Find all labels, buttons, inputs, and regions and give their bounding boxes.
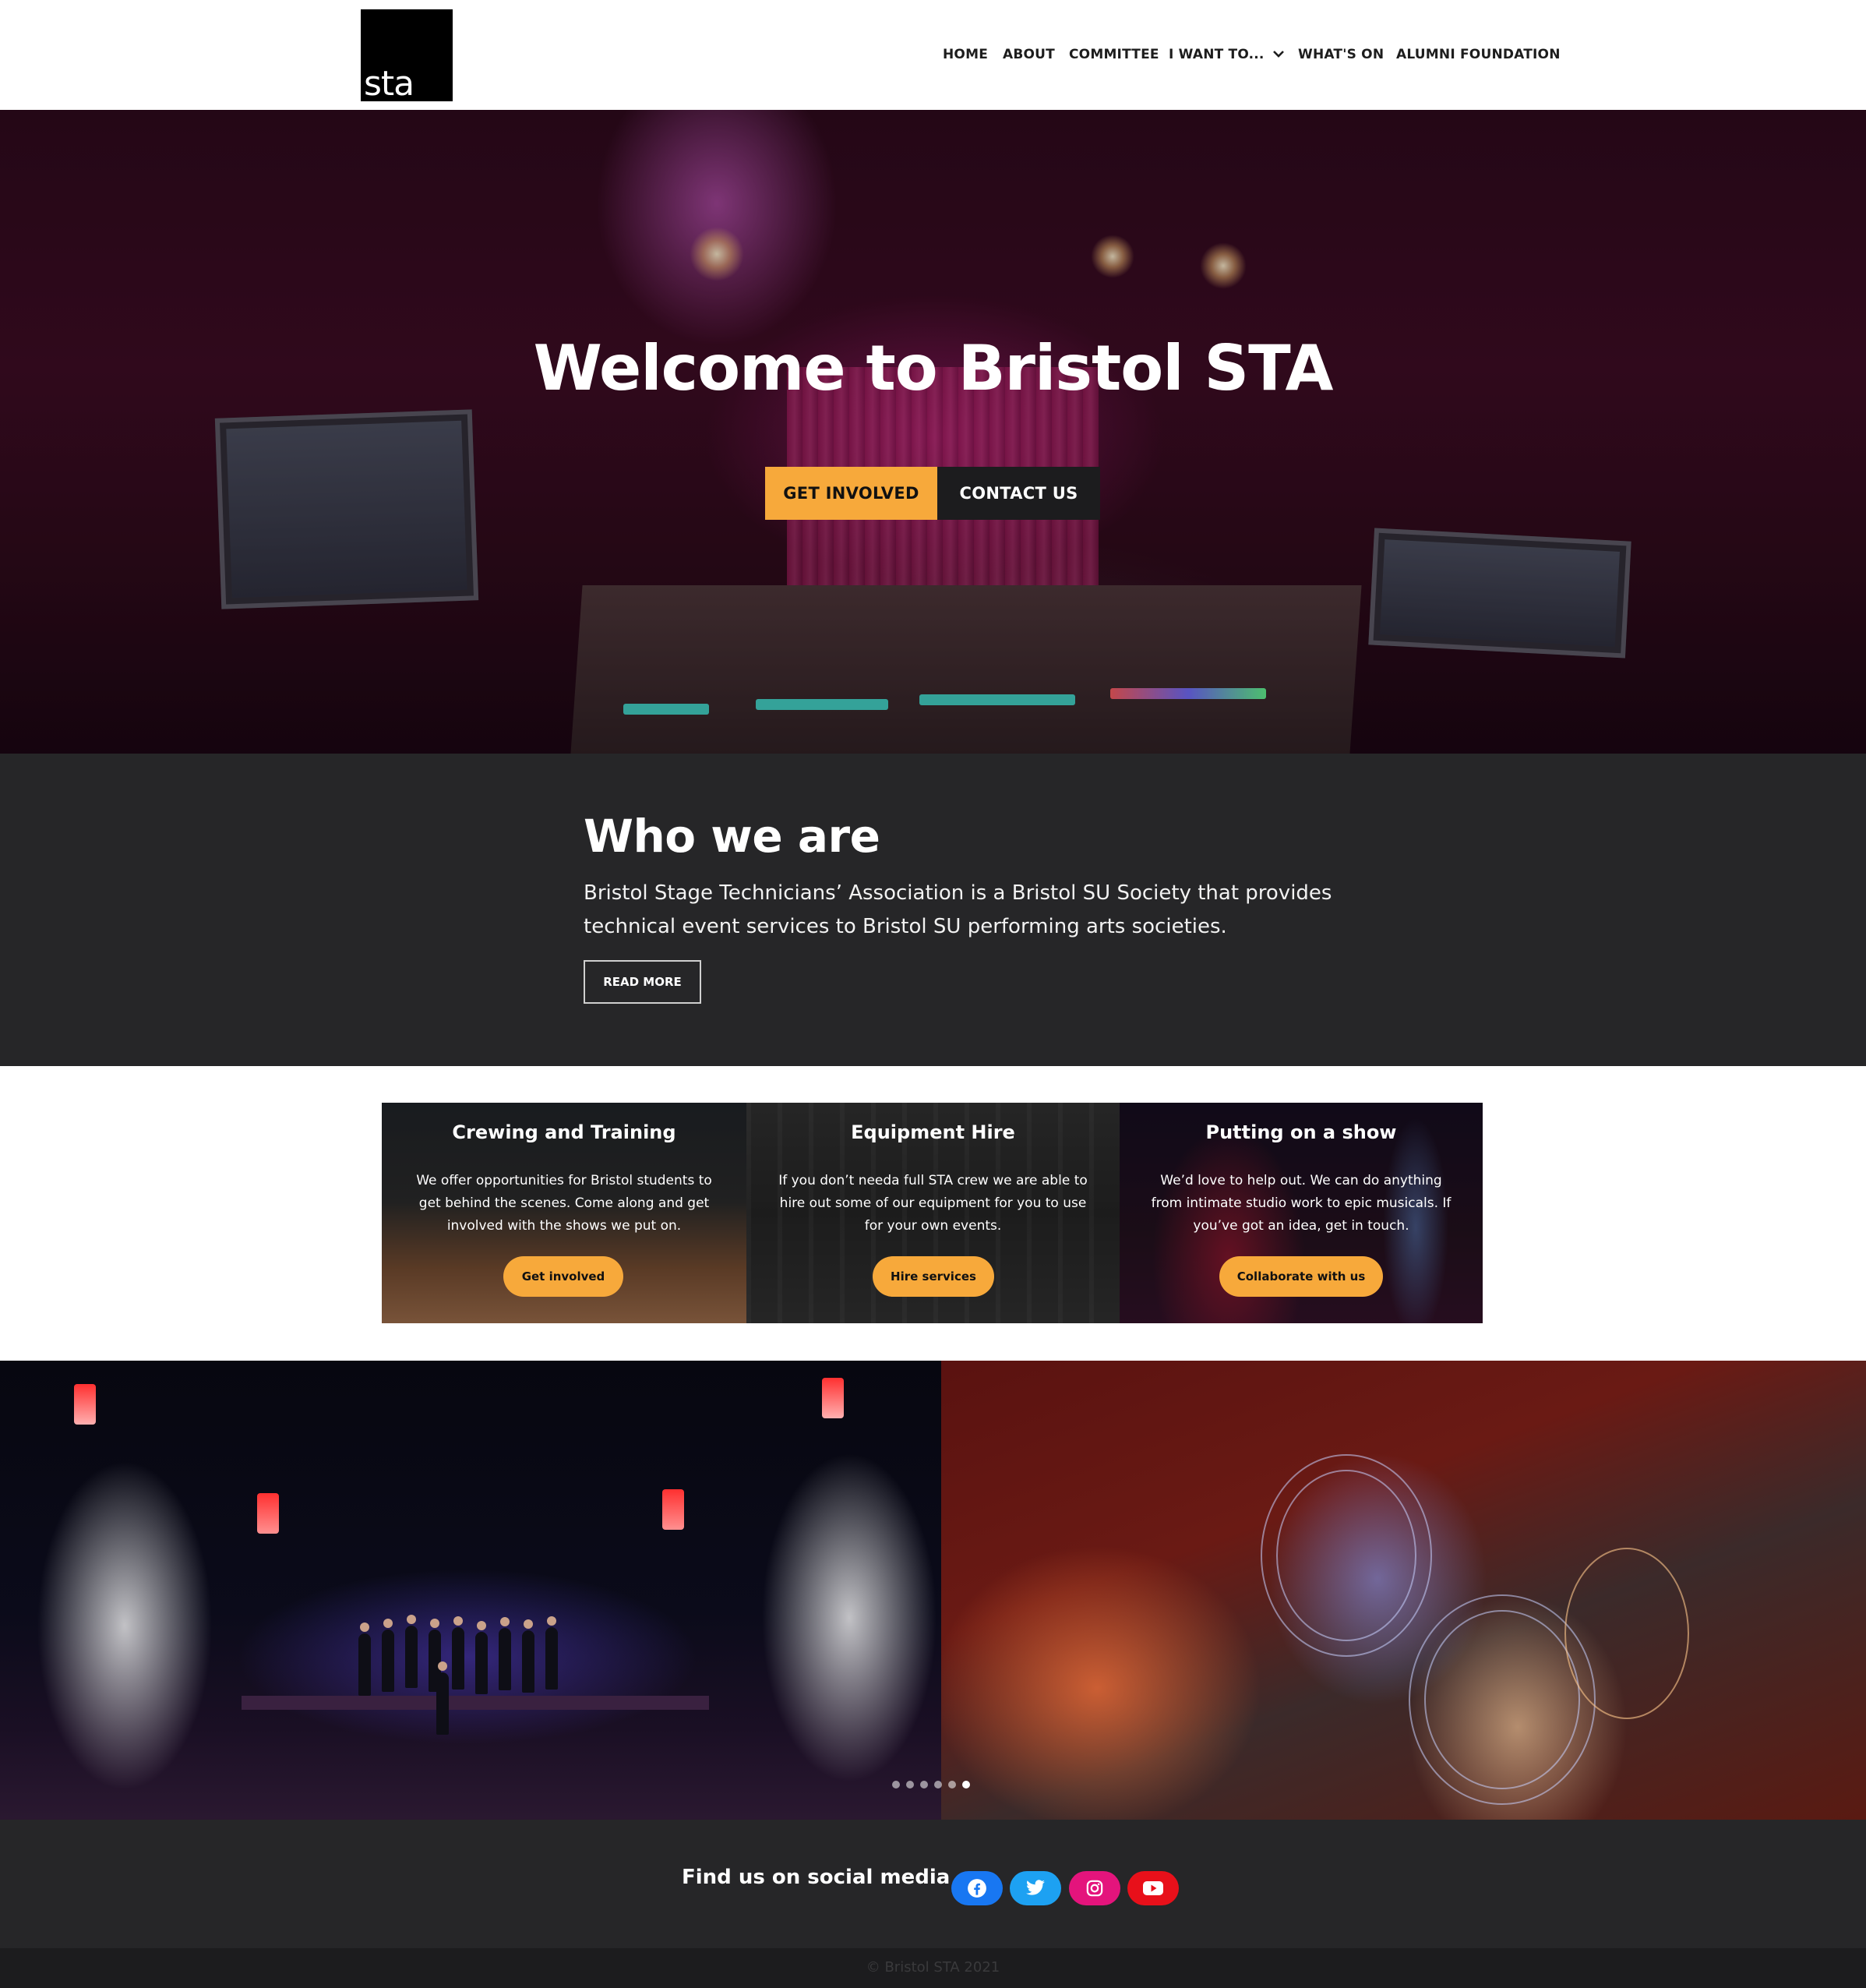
instagram-button[interactable] [1069, 1871, 1120, 1905]
nav-i-want-to[interactable]: I WANT TO... [1169, 44, 1285, 65]
card-title: Crewing and Training [452, 1121, 676, 1143]
card-crewing-training: Crewing and Training We offer opportunit… [382, 1103, 746, 1323]
youtube-button[interactable] [1127, 1871, 1179, 1905]
logo-text: sta [364, 64, 414, 104]
carousel-dot[interactable] [892, 1781, 900, 1788]
site-header: sta HOME ABOUT COMMITTEE I WANT TO... WH… [0, 0, 1866, 110]
section-text: Bristol Stage Technicians’ Association i… [584, 881, 1332, 938]
photo-carousel [0, 1361, 1866, 1820]
twitter-icon [1026, 1880, 1045, 1895]
card-putting-on-show: Putting on a show We’d love to help out.… [1120, 1103, 1483, 1323]
youtube-icon [1143, 1881, 1163, 1895]
card-description: If you don’t needa full STA crew we are … [778, 1173, 1088, 1234]
nav-committee[interactable]: COMMITTEE [1069, 44, 1159, 65]
hire-services-button[interactable]: Hire services [873, 1256, 994, 1297]
services-cards: Crewing and Training We offer opportunit… [382, 1103, 1483, 1323]
social-title: Find us on social media [682, 1866, 951, 1889]
collaborate-button[interactable]: Collaborate with us [1219, 1256, 1383, 1297]
main-nav: HOME ABOUT COMMITTEE I WANT TO... WHAT'S… [0, 44, 1866, 67]
card-title: Equipment Hire [851, 1121, 1015, 1143]
nav-home[interactable]: HOME [943, 44, 988, 65]
chevron-down-icon [1272, 44, 1285, 65]
read-more-button[interactable]: READ MORE [584, 960, 701, 1004]
facebook-button[interactable] [951, 1871, 1003, 1905]
social-section: Find us on social media [0, 1820, 1866, 1948]
carousel-dot[interactable] [934, 1781, 942, 1788]
facebook-icon [968, 1879, 986, 1898]
hero-banner: Welcome to Bristol STA GET INVOLVED CONT… [0, 110, 1866, 754]
who-we-are-section: Who we are Bristol Stage Technicians’ As… [0, 754, 1866, 1066]
get-involved-button[interactable]: GET INVOLVED [765, 467, 937, 520]
card-description: We offer opportunities for Bristol stude… [416, 1173, 712, 1234]
card-title: Putting on a show [1205, 1121, 1397, 1143]
hero-title: Welcome to Bristol STA [533, 332, 1334, 404]
contact-us-button[interactable]: CONTACT US [937, 467, 1100, 520]
nav-about[interactable]: ABOUT [1003, 44, 1055, 65]
site-footer: © Bristol STA 2021 [0, 1948, 1866, 1988]
instagram-icon [1086, 1880, 1103, 1897]
copyright-text: © Bristol STA 2021 [866, 1959, 1000, 1976]
nav-i-want-to-label: I WANT TO... [1169, 47, 1265, 62]
nav-whats-on[interactable]: WHAT'S ON [1298, 44, 1384, 65]
section-title: Who we are [584, 810, 880, 863]
card-description: We’d love to help out. We can do anythin… [1151, 1173, 1452, 1234]
carousel-dot[interactable] [920, 1781, 928, 1788]
twitter-button[interactable] [1010, 1871, 1061, 1905]
carousel-dots [892, 1781, 970, 1790]
nav-alumni-foundation[interactable]: ALUMNI FOUNDATION [1396, 44, 1561, 65]
get-involved-card-button[interactable]: Get involved [503, 1256, 623, 1297]
carousel-dot[interactable] [948, 1781, 956, 1788]
carousel-dot-active[interactable] [962, 1781, 970, 1788]
card-equipment-hire: Equipment Hire If you don’t needa full S… [746, 1103, 1120, 1323]
carousel-dot[interactable] [906, 1781, 914, 1788]
photo-stage-pyrotechnics [0, 1361, 941, 1820]
photo-light-painting [941, 1361, 1866, 1820]
